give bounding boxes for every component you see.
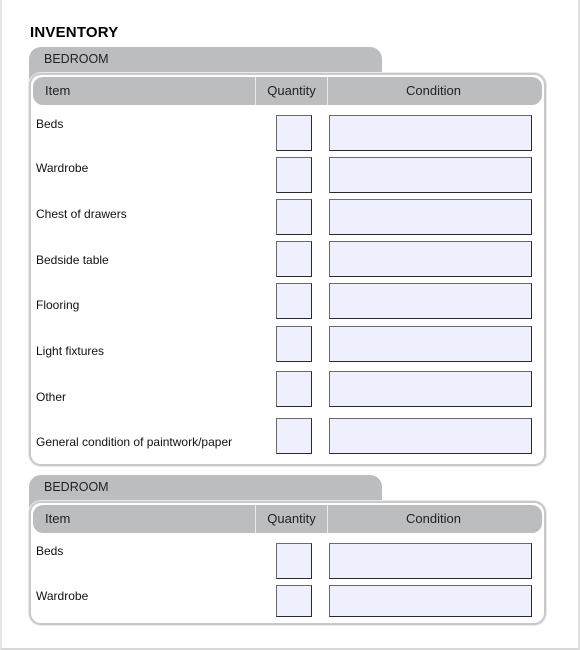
item-label: Wardrobe xyxy=(36,161,89,175)
quantity-field[interactable] xyxy=(276,543,312,579)
item-label: Other xyxy=(36,390,67,404)
column-header-condition: Condition xyxy=(327,77,539,105)
condition-field[interactable] xyxy=(329,326,532,362)
page-title: INVENTORY xyxy=(30,24,119,41)
column-header-quantity: Quantity xyxy=(255,505,327,533)
condition-field[interactable] xyxy=(329,371,532,407)
table-header: Item Quantity Condition xyxy=(33,77,542,105)
section-bedroom-2: BEDROOM Item Quantity Condition Beds War… xyxy=(29,475,546,630)
quantity-field[interactable] xyxy=(276,199,312,235)
quantity-field[interactable] xyxy=(276,326,312,362)
quantity-field[interactable] xyxy=(276,241,312,277)
item-label: Bedside table xyxy=(36,253,109,267)
condition-field[interactable] xyxy=(329,283,532,319)
item-label: Flooring xyxy=(36,298,80,312)
condition-field[interactable] xyxy=(329,418,532,454)
quantity-field[interactable] xyxy=(276,115,312,151)
item-label: Wardrobe xyxy=(36,589,89,603)
column-header-item: Item xyxy=(45,511,71,526)
column-header-item: Item xyxy=(45,83,71,98)
quantity-field[interactable] xyxy=(276,371,312,407)
column-header-quantity: Quantity xyxy=(255,77,327,105)
section-bedroom-1: BEDROOM Item Quantity Condition Beds War… xyxy=(29,47,546,467)
item-label: General condition of paintwork/paper xyxy=(36,435,233,449)
item-label: Beds xyxy=(36,117,64,131)
condition-field[interactable] xyxy=(329,157,532,193)
condition-field[interactable] xyxy=(329,241,532,277)
condition-field[interactable] xyxy=(329,199,532,235)
column-header-condition: Condition xyxy=(327,505,539,533)
table-header: Item Quantity Condition xyxy=(33,505,542,533)
inventory-table: Item Quantity Condition Beds Wardrobe Ch… xyxy=(29,73,546,466)
item-label: Chest of drawers xyxy=(36,207,127,221)
condition-field[interactable] xyxy=(329,115,532,151)
condition-field[interactable] xyxy=(329,543,532,579)
quantity-field[interactable] xyxy=(276,157,312,193)
item-label: Light fixtures xyxy=(36,344,105,358)
quantity-field[interactable] xyxy=(276,283,312,319)
item-label: Beds xyxy=(36,544,64,558)
quantity-field[interactable] xyxy=(276,585,312,617)
section-title: BEDROOM xyxy=(44,52,109,66)
inventory-table: Item Quantity Condition Beds Wardrobe xyxy=(29,501,546,625)
quantity-field[interactable] xyxy=(276,418,312,454)
section-title: BEDROOM xyxy=(44,480,109,494)
condition-field[interactable] xyxy=(329,585,532,617)
